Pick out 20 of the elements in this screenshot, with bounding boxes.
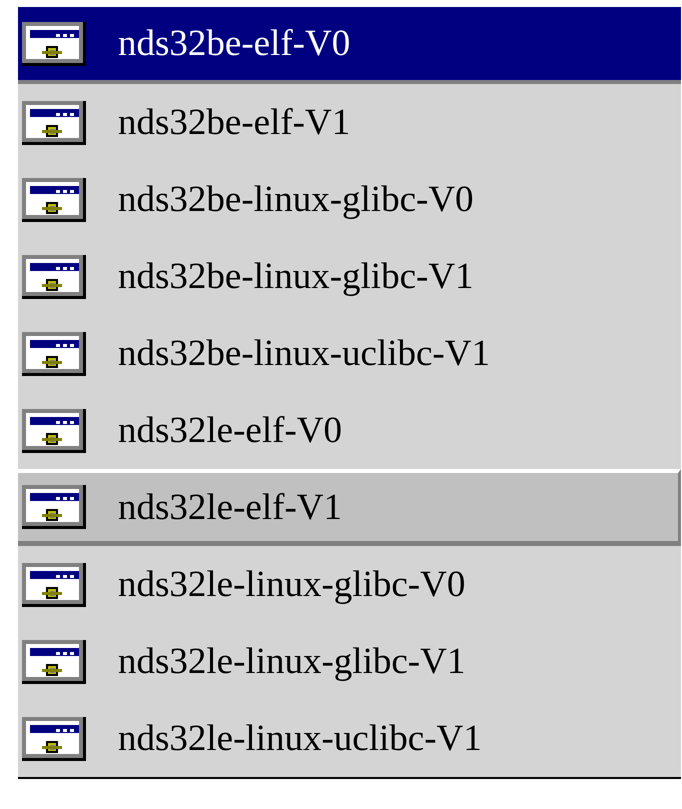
list-item[interactable]: nds32le-elf-V0: [18, 392, 681, 469]
list-item[interactable]: nds32be-linux-glibc-V1: [18, 238, 681, 315]
application-window-icon: [22, 485, 86, 529]
application-window-icon: [22, 640, 86, 684]
list-item[interactable]: nds32le-linux-glibc-V1: [18, 623, 681, 700]
list-item[interactable]: nds32be-elf-V1: [18, 84, 681, 161]
list-item[interactable]: nds32be-elf-V0: [18, 7, 681, 84]
list-item[interactable]: nds32le-linux-glibc-V0: [18, 546, 681, 623]
application-window-icon: [22, 22, 86, 66]
application-window-icon: [22, 332, 86, 376]
list-item[interactable]: nds32be-linux-uclibc-V1: [18, 315, 681, 392]
application-window-icon: [22, 100, 86, 144]
application-window-icon: [22, 178, 86, 222]
list-item[interactable]: nds32le-elf-V1: [18, 469, 681, 546]
application-window-icon: [22, 254, 86, 298]
list-item[interactable]: nds32be-linux-glibc-V0: [18, 161, 681, 238]
application-window-icon: [22, 716, 86, 760]
application-window-icon: [22, 408, 86, 452]
application-window-icon: [22, 562, 86, 606]
list-item[interactable]: nds32le-linux-uclibc-V1: [18, 700, 681, 777]
